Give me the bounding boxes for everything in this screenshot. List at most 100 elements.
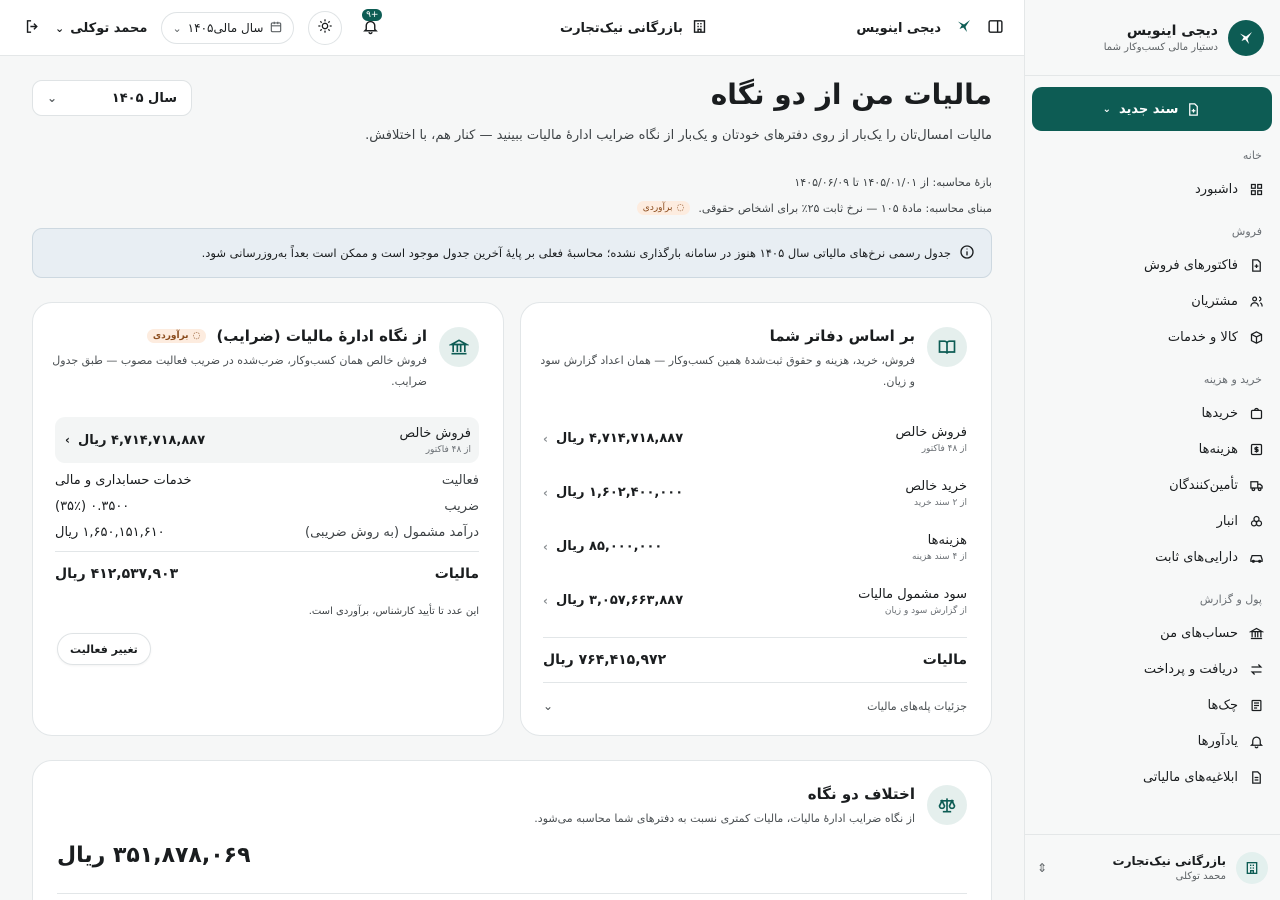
- notifications-button[interactable]: ۹+: [356, 9, 384, 42]
- users-icon: [1248, 293, 1264, 309]
- company-user: محمد توکلی: [1175, 870, 1226, 882]
- sidebar-item-tax-notices[interactable]: ابلاغیه‌های مالیاتی: [1025, 759, 1280, 795]
- app-logo-icon: [955, 17, 973, 39]
- brand[interactable]: دیجی اینویس دستیار مالی کسب‌وکار شما: [1025, 0, 1280, 76]
- logo-icon: [1228, 19, 1264, 56]
- document-icon: [1248, 769, 1264, 785]
- boxes-icon: [1248, 513, 1264, 529]
- new-document-button[interactable]: سند جدید ⌄: [1032, 87, 1272, 131]
- sidebar-item-reminders[interactable]: یادآورها: [1025, 723, 1280, 759]
- sidebar-item-label: دارایی‌های ثابت: [1155, 549, 1238, 565]
- brand-name: دیجی اینویس: [1126, 22, 1218, 39]
- total-label: مالیات: [434, 566, 479, 582]
- books-card-title: بر اساس دفاتر شما: [769, 327, 915, 345]
- sidebar-item-customers[interactable]: مشتریان: [1025, 283, 1280, 319]
- row-label: درآمد مشمول (به روش ضریبی): [305, 524, 479, 540]
- books-card-desc: فروش، خرید، هزینه و حقوق ثبت‌شدهٔ همین ک…: [540, 354, 915, 388]
- notification-badge: ۹+: [362, 9, 383, 21]
- sidebar-item-sales-invoices[interactable]: فاکتورهای فروش: [1025, 247, 1280, 283]
- swap-icon: [1248, 661, 1264, 677]
- books-tax-card: بر اساس دفاتر شما فروش، خرید، هزینه و حق…: [520, 302, 992, 736]
- invoice-icon: [1248, 257, 1264, 273]
- fiscal-year-select[interactable]: ⌄ سال مالی۱۴۰۵: [161, 12, 295, 44]
- nav-group-title: فروش: [1231, 225, 1262, 238]
- difference-title: اختلاف دو نگاه: [807, 785, 915, 803]
- nav-group-title: خانه: [1242, 149, 1262, 162]
- info-banner: جدول رسمی نرخ‌های مالیاتی سال ۱۴۰۵ هنوز …: [32, 228, 992, 278]
- theme-toggle-button[interactable]: [308, 11, 343, 45]
- company-switcher[interactable]: بازرگانی نیک‌تجارت محمد توکلی ⇕: [1025, 834, 1280, 900]
- row-value: ۸۵,۰۰۰,۰۰۰ ریال: [555, 539, 663, 554]
- estimate-badge: ◌ برآوردی: [636, 201, 691, 215]
- bank-icon: [1248, 625, 1264, 641]
- gov-net-sales-row[interactable]: فروش خالص از ۴۸ فاکتور ‹ ۴,۷۱۴,۷۱۸,۸۸۷ ریا…: [55, 417, 479, 463]
- company-name: بازرگانی نیک‌تجارت: [1112, 853, 1226, 868]
- sidebar-item-fixed-assets[interactable]: دارایی‌های ثابت: [1025, 539, 1280, 575]
- calendar-icon: [269, 20, 283, 37]
- tax-brackets-label: جزئیات پله‌های مالیات: [867, 699, 967, 713]
- file-plus-icon: [1189, 102, 1199, 116]
- chevron-down-icon: ⌄: [55, 21, 65, 35]
- books-row-taxable-profit[interactable]: سود مشمول مالیات از گزارش سود و زیان ‹ ۳,۰…: [543, 579, 967, 633]
- estimate-badge: ◌ برآوردی: [146, 329, 207, 343]
- sidebar-item-label: حساب‌های من: [1160, 625, 1238, 641]
- sidebar-item-cheques[interactable]: چک‌ها: [1025, 687, 1280, 723]
- tax-brackets-toggle[interactable]: جزئیات پله‌های مالیات ⌄: [543, 683, 967, 729]
- row-value: ۱,۶۵۰,۱۵۱,۶۱۰ ریال: [55, 524, 165, 540]
- sidebar-item-payments[interactable]: دریافت و پرداخت: [1025, 651, 1280, 687]
- sidebar-item-products[interactable]: کالا و خدمات: [1025, 319, 1280, 355]
- dollar-icon: [1248, 441, 1264, 457]
- calculation-basis-text: مبنای محاسبه: مادهٔ ۱۰۵ — نرخ ثابت ۲۵٪ ب…: [698, 201, 992, 215]
- row-label: هزینه‌ها: [927, 533, 967, 548]
- gov-row-taxable-income: درآمد مشمول (به روش ضریبی) ۱,۶۵۰,۱۵۱,۶۱۰…: [55, 519, 479, 545]
- sidebar-item-label: انبار: [1216, 513, 1238, 529]
- sidebar-item-accounts[interactable]: حساب‌های من: [1025, 615, 1280, 651]
- building-icon: [691, 18, 708, 39]
- chevron-left-icon: ‹: [543, 593, 548, 608]
- sidebar-item-suppliers[interactable]: تأمین‌کنندگان: [1025, 467, 1280, 503]
- bag-icon: [1248, 405, 1264, 421]
- difference-desc: از نگاه ضرایب ادارهٔ مالیات، مالیات کمتر…: [534, 812, 915, 825]
- building-icon: [1236, 851, 1268, 884]
- nav-group-title: پول و گزارش: [1199, 593, 1262, 606]
- user-menu[interactable]: ⌄ محمد توکلی: [55, 21, 147, 36]
- page-subtitle: مالیات امسال‌تان را یک‌بار از روی دفترها…: [365, 128, 992, 143]
- sidebar-item-purchases[interactable]: خریدها: [1025, 395, 1280, 431]
- gov-card-desc: فروش خالص همان کسب‌وکار، ضرب‌شده در ضریب…: [52, 354, 427, 388]
- row-sub: از ۴۸ فاکتور: [425, 444, 471, 455]
- spinner-icon: ◌: [192, 331, 201, 341]
- scale-icon: [927, 785, 967, 825]
- book-icon: [927, 327, 967, 367]
- change-activity-button[interactable]: تغییر فعالیت: [57, 633, 151, 665]
- sidebar-item-expenses[interactable]: هزینه‌ها: [1025, 431, 1280, 467]
- grid-icon: [1248, 181, 1264, 197]
- row-sub: از ۲ سند خرید: [913, 498, 967, 508]
- fiscal-year-label: سال مالی۱۴۰۵: [187, 21, 264, 35]
- row-sub: از ۴ سند هزینه: [911, 552, 967, 562]
- row-label: فروش خالص: [895, 425, 967, 440]
- books-row-net-sales[interactable]: فروش خالص از ۴۸ فاکتور ‹ ۴,۷۱۴,۷۱۸,۸۸۷ ریا…: [543, 417, 967, 471]
- sidebar-item-dashboard[interactable]: داشبورد: [1025, 171, 1280, 207]
- nav-group-title: خرید و هزینه: [1203, 373, 1262, 386]
- nav-group-home: خانه داشبورد: [1025, 149, 1280, 207]
- logout-icon[interactable]: [24, 18, 41, 39]
- info-icon: [959, 244, 975, 263]
- chevron-left-icon: ‹: [543, 431, 548, 446]
- sidebar-item-label: دریافت و پرداخت: [1143, 661, 1238, 677]
- books-row-expenses[interactable]: هزینه‌ها از ۴ سند هزینه ‹ ۸۵,۰۰۰,۰۰۰ ریال: [543, 525, 967, 579]
- year-select-label: سال ۱۴۰۵: [111, 90, 177, 106]
- total-label: مالیات: [922, 652, 967, 668]
- sidebar-item-warehouse[interactable]: انبار: [1025, 503, 1280, 539]
- sidebar-item-label: هزینه‌ها: [1198, 441, 1238, 457]
- chevron-updown-icon: ⇕: [1037, 860, 1048, 875]
- year-select[interactable]: سال ۱۴۰۵ ⌄: [32, 80, 192, 116]
- chevron-left-icon: ‹: [543, 485, 548, 500]
- topbar: دیجی اینویس بازرگانی نیک‌تجارت ⌄ محمد تو…: [0, 0, 1024, 56]
- books-row-net-purchases[interactable]: خرید خالص از ۲ سند خرید ‹ ۱,۶۰۲,۴۰۰,۰۰۰ ری…: [543, 471, 967, 525]
- row-label: خرید خالص: [905, 479, 967, 494]
- sidebar-toggle-icon[interactable]: [987, 18, 1004, 39]
- row-value: ۴,۷۱۴,۷۱۸,۸۸۷ ریال: [77, 432, 206, 448]
- nav-group-purchases: خرید و هزینه خریدها هزینه‌ها تأمین‌کنندگ…: [1025, 373, 1280, 575]
- info-text: جدول رسمی نرخ‌های مالیاتی سال ۱۴۰۵ هنوز …: [201, 246, 951, 260]
- sidebar-item-label: یادآورها: [1197, 733, 1238, 749]
